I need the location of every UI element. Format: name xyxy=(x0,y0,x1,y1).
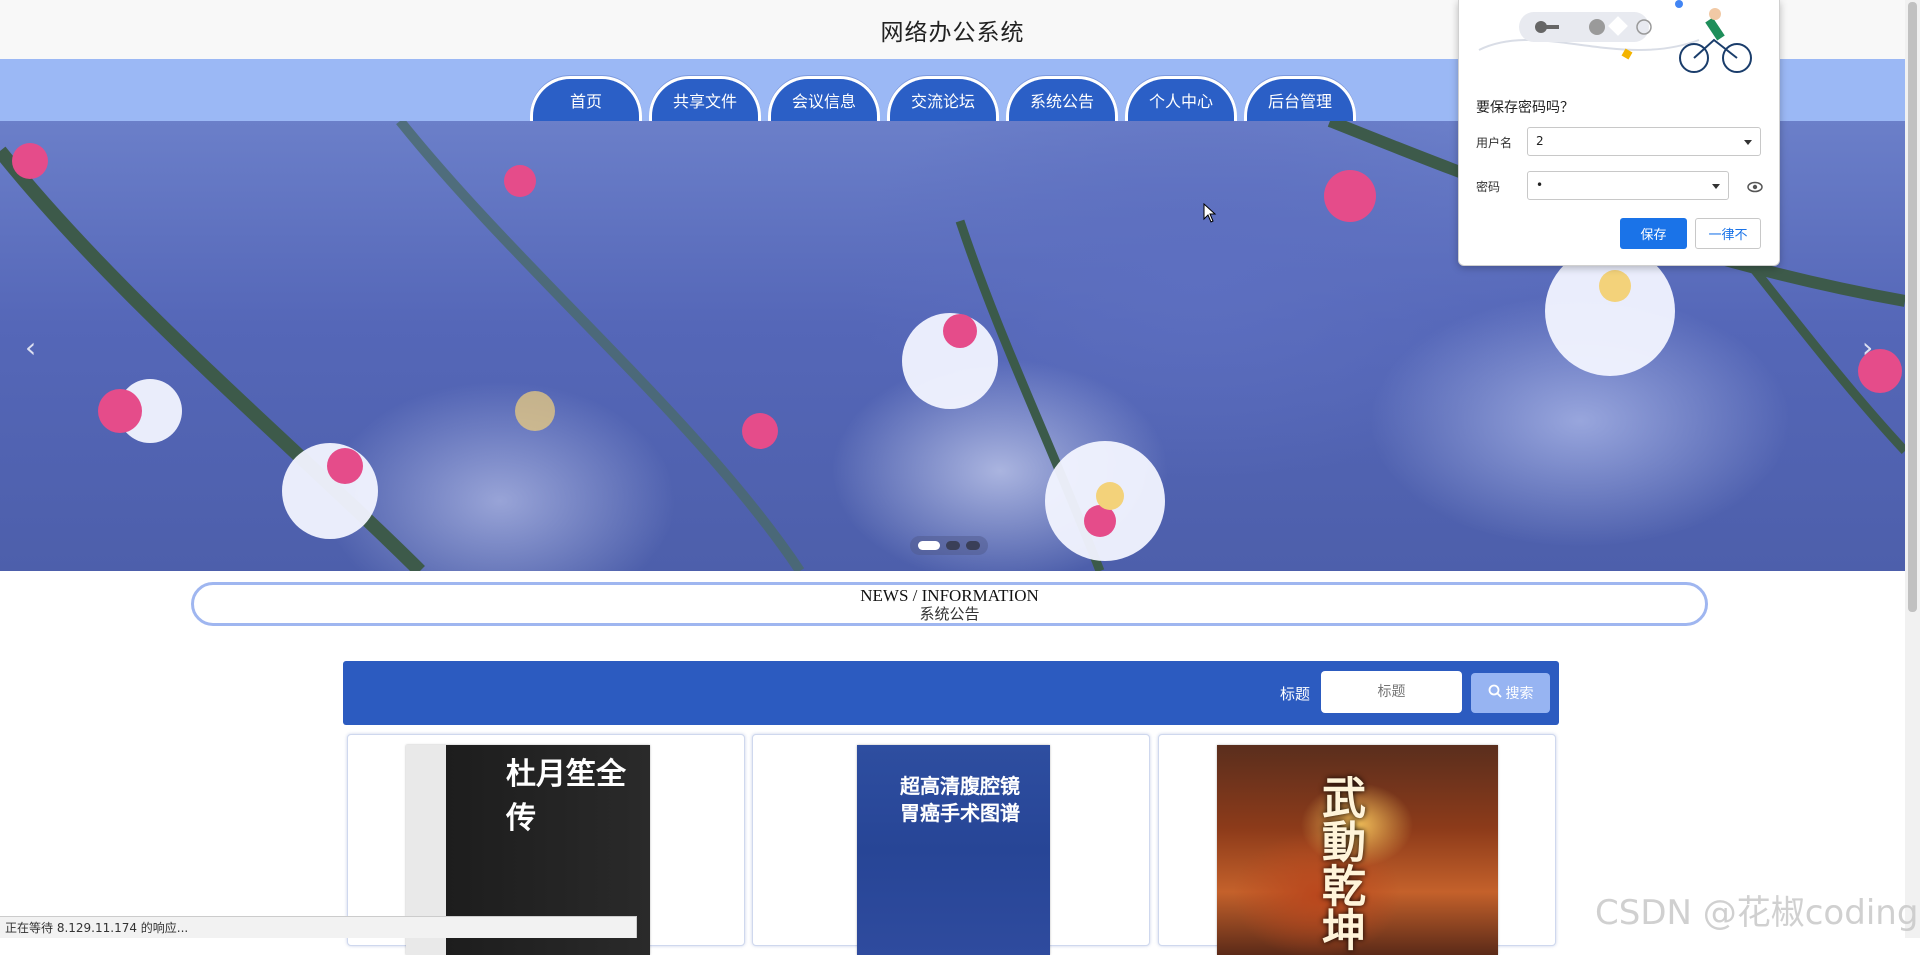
site-title: 网络办公系统 xyxy=(880,19,1025,46)
page-scrollbar[interactable] xyxy=(1905,0,1920,938)
browser-status-bar: 正在等待 8.129.11.174 的响应... xyxy=(0,916,637,938)
nav-tab-announcements[interactable]: 系统公告 xyxy=(1006,76,1118,121)
nav-tab-admin[interactable]: 后台管理 xyxy=(1244,76,1356,121)
search-button[interactable]: 搜索 xyxy=(1471,673,1550,713)
news-title-en: NEWS / INFORMATION xyxy=(860,586,1039,605)
nav-tab-home[interactable]: 首页 xyxy=(530,76,642,121)
save-password-dialog: 要保存密码吗？ 用户名 2 密码 • 保存 一律不 xyxy=(1458,0,1780,266)
carousel-dot-3[interactable] xyxy=(966,541,980,550)
chevron-down-icon xyxy=(1744,140,1752,145)
search-icon xyxy=(1488,684,1502,702)
chevron-down-icon xyxy=(1712,184,1720,189)
eye-icon[interactable] xyxy=(1747,178,1763,197)
banner-next-icon[interactable]: › xyxy=(1862,331,1873,364)
username-label: 用户名 xyxy=(1476,136,1513,150)
carousel-dot-2[interactable] xyxy=(946,541,960,550)
announcement-card-3[interactable]: 武動乾坤 xyxy=(1158,734,1556,955)
mouse-cursor-icon xyxy=(1203,202,1217,227)
password-value: • xyxy=(1536,178,1544,192)
password-select[interactable]: • xyxy=(1527,171,1729,200)
search-label: 标题 xyxy=(1280,685,1311,703)
password-illustration-icon xyxy=(1478,0,1752,73)
announcement-card-1[interactable]: 杜月笙全传 xyxy=(347,734,745,955)
announcement-card-2[interactable]: 超高清腹腔镜 胃癌手术图谱 xyxy=(752,734,1150,955)
book-cover-3: 武動乾坤 xyxy=(1217,745,1498,955)
username-value: 2 xyxy=(1536,134,1544,148)
news-heading: NEWS / INFORMATION 系统公告 xyxy=(191,582,1708,626)
username-select[interactable]: 2 xyxy=(1527,127,1761,156)
nav-tabs: 首页 共享文件 会议信息 交流论坛 系统公告 个人中心 后台管理 xyxy=(530,76,1356,121)
news-title-cn: 系统公告 xyxy=(919,605,980,623)
carousel-dot-1[interactable] xyxy=(918,541,940,550)
search-button-label: 搜索 xyxy=(1505,686,1534,702)
carousel-indicators xyxy=(910,536,988,555)
nav-tab-personal-center[interactable]: 个人中心 xyxy=(1125,76,1237,121)
save-password-button[interactable]: 保存 xyxy=(1620,218,1687,249)
watermark: CSDN @花椒coding xyxy=(1595,893,1919,933)
nav-tab-forum[interactable]: 交流论坛 xyxy=(887,76,999,121)
never-save-button[interactable]: 一律不 xyxy=(1695,218,1761,249)
search-input[interactable] xyxy=(1321,671,1462,713)
book-cover-title-1: 杜月笙全传 xyxy=(506,757,626,836)
book-cover-2: 超高清腹腔镜 胃癌手术图谱 xyxy=(857,745,1050,955)
book-cover-title-2: 超高清腹腔镜 胃癌手术图谱 xyxy=(900,774,1020,825)
search-bar: 标题 搜索 xyxy=(343,661,1559,725)
banner-prev-icon[interactable]: ‹ xyxy=(25,331,36,364)
book-cover-title-3: 武動乾坤 xyxy=(1314,775,1365,951)
password-label: 密码 xyxy=(1476,180,1501,194)
scrollbar-thumb[interactable] xyxy=(1908,2,1917,612)
nav-tab-meetings[interactable]: 会议信息 xyxy=(768,76,880,121)
nav-tab-shared-files[interactable]: 共享文件 xyxy=(649,76,761,121)
save-password-question: 要保存密码吗？ xyxy=(1476,100,1574,116)
